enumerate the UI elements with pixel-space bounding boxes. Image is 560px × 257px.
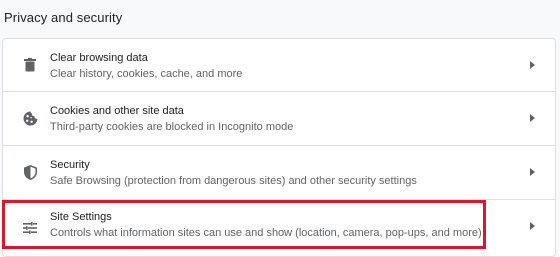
cookies-and-site-data-row[interactable]: Cookies and other site data Third-party … — [3, 92, 555, 145]
shield-icon — [21, 163, 39, 181]
row-title: Security — [50, 159, 90, 171]
clear-browsing-data-row[interactable]: Clear browsing data Clear history, cooki… — [3, 39, 555, 91]
tune-sliders-icon — [21, 219, 39, 237]
security-row[interactable]: Security Safe Browsing (protection from … — [3, 146, 555, 199]
chevron-right-icon — [527, 113, 537, 123]
row-subtitle: Clear history, cookies, cache, and more — [50, 68, 243, 80]
privacy-security-card: Clear browsing data Clear history, cooki… — [2, 38, 556, 257]
row-title: Clear browsing data — [50, 52, 148, 64]
cookie-icon — [21, 109, 39, 127]
row-subtitle: Controls what information sites can use … — [50, 227, 482, 239]
site-settings-row[interactable]: Site Settings Controls what information … — [3, 200, 555, 256]
trash-icon — [21, 56, 39, 74]
chevron-right-icon — [527, 167, 537, 177]
row-subtitle: Safe Browsing (protection from dangerous… — [50, 175, 417, 187]
section-title: Privacy and security — [4, 10, 123, 25]
row-subtitle: Third-party cookies are blocked in Incog… — [50, 121, 294, 133]
row-title: Cookies and other site data — [50, 105, 184, 117]
chevron-right-icon — [527, 60, 537, 70]
chevron-right-icon — [527, 221, 537, 231]
row-title: Site Settings — [50, 211, 112, 223]
